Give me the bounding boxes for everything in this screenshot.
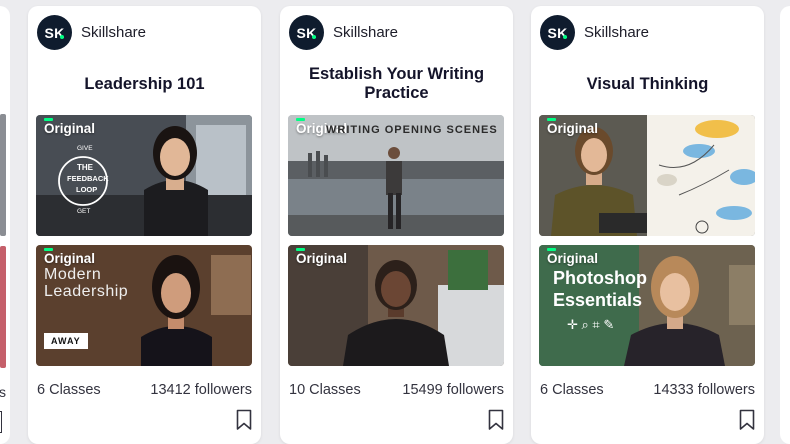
overlay-text: GET <box>77 208 91 215</box>
partial-thumb-left-2 <box>0 246 6 368</box>
bookmark-icon[interactable] <box>488 409 504 431</box>
brand-header: SK Skillshare <box>289 15 398 50</box>
partial-card-right[interactable] <box>780 6 790 444</box>
class-count: 6 Classes <box>540 382 604 398</box>
path-card-visual-thinking[interactable]: SK Skillshare Visual Thinking Original O… <box>531 6 764 444</box>
class-count: 6 Classes <box>37 382 101 398</box>
overlay-tag: AWAY <box>44 333 88 349</box>
overlay-title: Essentials <box>553 290 643 310</box>
overlay-text: GIVE <box>77 145 93 152</box>
brand-name: Skillshare <box>584 24 650 41</box>
follower-count: 13412 followers <box>150 382 252 398</box>
original-badge: Original <box>547 251 599 266</box>
partial-thumb-left-1 <box>0 114 6 236</box>
path-card-leadership[interactable]: SK Skillshare Leadership 101 Original GI… <box>28 6 261 444</box>
partial-bookmark-icon[interactable] <box>0 411 2 433</box>
class-thumbnail[interactable]: Original WRITING OPENING SCENES <box>288 115 504 236</box>
path-card-writing[interactable]: SK Skillshare Establish Your Writing Pra… <box>280 6 513 444</box>
original-badge: Original <box>547 121 599 136</box>
overlay-title: WRITING OPENING SCENES <box>326 124 498 136</box>
class-thumbnail[interactable]: Original GIVE THE FEEDBACK LOOP GET <box>36 115 252 236</box>
original-badge: Original <box>44 251 96 266</box>
brand-header: SK Skillshare <box>540 15 649 50</box>
follower-count: 15499 followers <box>402 382 504 398</box>
overlay-text: FEEDBACK <box>67 174 109 183</box>
overlay-title: Photoshop <box>553 268 647 288</box>
card-title[interactable]: Leadership 101 <box>36 64 253 104</box>
tool-icons: ✛ ⌕ ⌗ ✎ <box>567 317 615 332</box>
skillshare-logo: SK <box>540 15 575 50</box>
skillshare-logo: SK <box>37 15 72 50</box>
overlay-title: Leadership <box>44 283 129 300</box>
original-badge: Original <box>296 251 348 266</box>
original-badge: Original <box>44 121 96 136</box>
brand-name: Skillshare <box>81 24 147 41</box>
card-title[interactable]: Visual Thinking <box>539 64 756 104</box>
bookmark-icon[interactable] <box>236 409 252 431</box>
partial-footer-text: s <box>0 384 6 400</box>
class-thumbnail[interactable]: Original Modern Leadership AWAY <box>36 245 252 366</box>
brand-header: SK Skillshare <box>37 15 146 50</box>
class-thumbnail[interactable]: Original Photoshop Essentials ✛ ⌕ ⌗ ✎ <box>539 245 755 366</box>
overlay-text: LOOP <box>76 185 98 194</box>
follower-count: 14333 followers <box>653 382 755 398</box>
bookmark-icon[interactable] <box>739 409 755 431</box>
class-count: 10 Classes <box>289 382 361 398</box>
skillshare-logo: SK <box>289 15 324 50</box>
class-thumbnail[interactable]: Original <box>539 115 755 236</box>
class-thumbnail[interactable]: Original <box>288 245 504 366</box>
overlay-title: Modern <box>44 266 102 283</box>
partial-card-left[interactable]: s <box>0 6 10 444</box>
card-title[interactable]: Establish Your Writing Practice <box>288 64 505 104</box>
overlay-text: THE <box>77 163 93 172</box>
brand-name: Skillshare <box>333 24 399 41</box>
